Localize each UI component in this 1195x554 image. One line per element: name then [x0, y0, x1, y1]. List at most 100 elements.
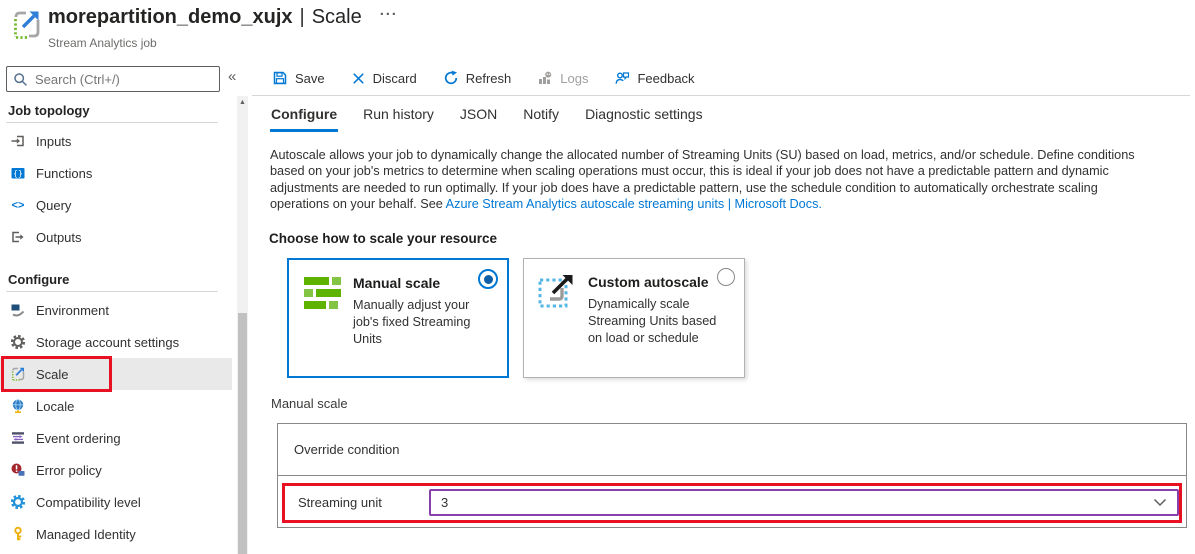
tab-notify[interactable]: Notify: [522, 106, 560, 132]
section-job-topology: Job topology: [0, 98, 232, 122]
search-input[interactable]: [33, 71, 213, 88]
logs-label: Logs: [560, 71, 588, 86]
manual-scale-card[interactable]: Manual scale Manually adjust your job's …: [287, 258, 509, 378]
tab-diagnostic-settings[interactable]: Diagnostic settings: [584, 106, 704, 132]
scrollbar-thumb[interactable]: [238, 313, 247, 554]
functions-icon: {}: [10, 165, 26, 181]
refresh-icon: [443, 70, 459, 86]
svg-text:<>: <>: [12, 200, 25, 212]
sidebar-item-label: Event ordering: [36, 431, 121, 446]
streaming-unit-value: 3: [441, 495, 448, 510]
resource-type-subtitle: Stream Analytics job: [48, 36, 157, 50]
feedback-icon: [614, 70, 630, 86]
save-icon: [272, 70, 288, 86]
radio-unselected-icon[interactable]: [717, 268, 735, 286]
custom-autoscale-icon: [538, 272, 578, 312]
discard-button[interactable]: Discard: [351, 71, 417, 86]
more-icon[interactable]: ···: [380, 6, 398, 23]
manual-scale-description: Manually adjust your job's fixed Streami…: [353, 297, 495, 348]
streaming-unit-label: Streaming unit: [298, 495, 382, 510]
sidebar-item-label: Error policy: [36, 463, 102, 478]
tab-bar: Configure Run history JSON Notify Diagno…: [270, 106, 704, 132]
override-condition-label: Override condition: [294, 442, 400, 457]
sidebar-item-label: Locale: [36, 399, 74, 414]
sidebar-item-locale[interactable]: Locale: [0, 390, 232, 422]
divider: [252, 95, 1190, 96]
collapse-icon[interactable]: «: [228, 68, 236, 85]
sidebar-item-label: Compatibility level: [36, 495, 141, 510]
event-ordering-icon: [10, 430, 26, 446]
refresh-label: Refresh: [466, 71, 512, 86]
sidebar-item-label: Managed Identity: [36, 527, 136, 542]
sidebar-search[interactable]: [6, 66, 220, 92]
manual-scale-section-label: Manual scale: [271, 396, 348, 411]
sidebar-item-functions[interactable]: {} Functions: [0, 157, 232, 189]
environment-icon: [10, 302, 26, 318]
sidebar-item-compatibility-level[interactable]: Compatibility level: [0, 486, 232, 518]
sidebar-item-error-policy[interactable]: Error policy: [0, 454, 232, 486]
feedback-label: Feedback: [637, 71, 694, 86]
custom-autoscale-card[interactable]: Custom autoscale Dynamically scale Strea…: [523, 258, 745, 378]
divider: [6, 122, 218, 123]
streaming-unit-dropdown[interactable]: 3: [429, 489, 1179, 516]
sidebar-item-label: Storage account settings: [36, 335, 179, 350]
outputs-icon: [10, 229, 26, 245]
error-policy-icon: [10, 462, 26, 478]
scroll-up-icon[interactable]: ▲: [237, 99, 248, 107]
custom-autoscale-description: Dynamically scale Streaming Units based …: [588, 296, 730, 347]
job-name: morepartition_demo_xujx: [48, 6, 293, 29]
sidebar-item-managed-identity[interactable]: Managed Identity: [0, 518, 232, 550]
inputs-icon: [10, 133, 26, 149]
feedback-button[interactable]: Feedback: [614, 70, 694, 86]
key-icon: [10, 526, 26, 542]
docs-link[interactable]: Azure Stream Analytics autoscale streami…: [446, 197, 822, 211]
sidebar-item-scale[interactable]: Scale: [0, 358, 232, 390]
scale-icon: [10, 366, 26, 382]
logs-button[interactable]: Logs: [537, 70, 588, 86]
sidebar-item-inputs[interactable]: Inputs: [0, 125, 232, 157]
scale-blade-page: morepartition_demo_xujx | Scale ··· Stre…: [0, 0, 1195, 554]
custom-autoscale-title: Custom autoscale: [588, 274, 709, 290]
sidebar-item-label: Query: [36, 198, 71, 213]
page-title: morepartition_demo_xujx | Scale ···: [48, 6, 398, 29]
gear-blue-icon: [10, 494, 26, 510]
sidebar-item-event-ordering[interactable]: Event ordering: [0, 422, 232, 454]
refresh-button[interactable]: Refresh: [443, 70, 512, 86]
tab-run-history[interactable]: Run history: [362, 106, 435, 132]
blade-header: morepartition_demo_xujx | Scale ··· Stre…: [0, 0, 1195, 60]
sidebar-item-storage-account-settings[interactable]: Storage account settings: [0, 326, 232, 358]
tab-configure[interactable]: Configure: [270, 106, 338, 132]
sidebar: « Job topology Inputs {}: [0, 60, 250, 554]
save-button[interactable]: Save: [272, 70, 325, 86]
sidebar-item-label: Inputs: [36, 134, 71, 149]
sidebar-item-label: Functions: [36, 166, 92, 181]
sidebar-item-label: Scale: [36, 367, 69, 382]
gear-icon: [10, 334, 26, 350]
globe-icon: [10, 398, 26, 414]
title-separator: |: [300, 6, 305, 29]
sidebar-nav: Job topology Inputs {}: [0, 96, 232, 550]
tab-json[interactable]: JSON: [459, 106, 498, 132]
save-label: Save: [295, 71, 325, 86]
command-bar: Save Discard Refresh: [272, 63, 695, 93]
sidebar-scrollbar[interactable]: ▲: [237, 96, 248, 554]
sidebar-item-outputs[interactable]: Outputs: [0, 221, 232, 253]
manual-scale-title: Manual scale: [353, 275, 440, 291]
autoscale-description: Autoscale allows your job to dynamically…: [270, 147, 1136, 212]
manual-scale-settings-box: Override condition Streaming unit 3: [277, 423, 1187, 528]
radio-selected-icon[interactable]: [478, 269, 498, 289]
section-configure: Configure: [0, 267, 232, 291]
choose-scale-heading: Choose how to scale your resource: [269, 231, 497, 246]
chevron-down-icon: [1153, 498, 1167, 507]
discard-icon: [351, 71, 366, 86]
override-condition-row[interactable]: Override condition: [278, 424, 1186, 476]
sidebar-item-environment[interactable]: Environment: [0, 294, 232, 326]
sidebar-item-query[interactable]: <> Query: [0, 189, 232, 221]
discard-label: Discard: [373, 71, 417, 86]
scale-icon: [10, 8, 44, 42]
query-icon: <>: [10, 197, 26, 213]
manual-scale-icon: [303, 273, 343, 313]
sidebar-item-label: Environment: [36, 303, 109, 318]
logs-icon: [537, 70, 553, 86]
svg-text:{}: {}: [13, 169, 23, 178]
